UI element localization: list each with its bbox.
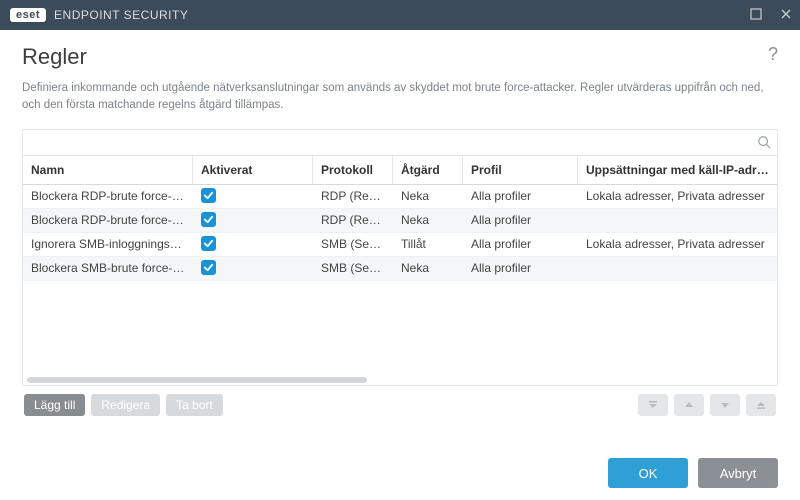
search-input[interactable] — [23, 135, 751, 149]
cell-protocol: SMB (Server … — [313, 256, 393, 280]
col-profile[interactable]: Profil — [463, 156, 578, 184]
cell-source-ip: Lokala adresser, Privata adresser — [578, 185, 777, 209]
cell-profile: Alla profiler — [463, 256, 578, 280]
app-name: ENDPOINT SECURITY — [54, 8, 188, 22]
cancel-button[interactable]: Avbryt — [698, 458, 778, 488]
edit-button[interactable]: Redigera — [91, 394, 160, 416]
table-row[interactable]: Blockera RDP-brute force-at… RDP (Remo…Ne… — [23, 209, 777, 233]
checkbox-checked-icon[interactable] — [201, 260, 216, 275]
cell-protocol: RDP (Remo… — [313, 208, 393, 232]
delete-button[interactable]: Ta bort — [166, 394, 223, 416]
cell-protocol: SMB (Server … — [313, 232, 393, 256]
checkbox-checked-icon[interactable] — [201, 212, 216, 227]
table-search-row — [23, 130, 777, 156]
cell-protocol: RDP (Remo… — [313, 185, 393, 209]
cell-enabled[interactable] — [193, 255, 313, 281]
col-source-ip[interactable]: Uppsättningar med käll-IP-adresser — [578, 156, 777, 184]
titlebar: eset ENDPOINT SECURITY — [0, 0, 800, 30]
search-icon[interactable] — [751, 135, 777, 149]
table-row[interactable]: Blockera RDP-brute force-at… RDP (Remo…Ne… — [23, 185, 777, 209]
cell-action: Neka — [393, 185, 463, 209]
dialog-footer: OK Avbryt — [0, 446, 800, 500]
rules-table: Namn Aktiverat Protokoll Åtgärd Profil U… — [22, 129, 778, 386]
cell-profile: Alla profiler — [463, 185, 578, 209]
horizontal-scrollbar[interactable] — [23, 375, 777, 385]
checkbox-checked-icon[interactable] — [201, 188, 216, 203]
move-up-button[interactable] — [674, 394, 704, 416]
cell-name: Ignorera SMB-inloggningsför… — [23, 232, 193, 256]
brand-badge: eset — [10, 8, 46, 22]
cell-name: Blockera RDP-brute force-at… — [23, 185, 193, 209]
scrollbar-thumb[interactable] — [27, 377, 367, 383]
add-button[interactable]: Lägg till — [24, 394, 85, 416]
help-icon[interactable]: ? — [768, 44, 778, 65]
page-description: Definiera inkommande och utgående nätver… — [22, 80, 778, 115]
col-protocol[interactable]: Protokoll — [313, 156, 393, 184]
cell-source-ip — [578, 263, 777, 273]
cell-action: Neka — [393, 208, 463, 232]
table-header: Namn Aktiverat Protokoll Åtgärd Profil U… — [23, 156, 777, 185]
ok-button[interactable]: OK — [608, 458, 688, 488]
minimize-icon[interactable] — [750, 8, 762, 23]
table-row[interactable]: Blockera SMB-brute force-at… SMB (Server … — [23, 257, 777, 281]
table-row[interactable]: Ignorera SMB-inloggningsför… SMB (Server … — [23, 233, 777, 257]
col-name[interactable]: Namn — [23, 156, 193, 184]
cell-source-ip: Lokala adresser, Privata adresser — [578, 232, 777, 256]
col-enabled[interactable]: Aktiverat — [193, 156, 313, 184]
cell-action: Tillåt — [393, 232, 463, 256]
move-down-button[interactable] — [710, 394, 740, 416]
cell-name: Blockera RDP-brute force-at… — [23, 208, 193, 232]
table-body: Blockera RDP-brute force-at…RDP (Remo…Ne… — [23, 185, 777, 375]
move-bottom-button[interactable] — [746, 394, 776, 416]
col-action[interactable]: Åtgärd — [393, 156, 463, 184]
cell-action: Neka — [393, 256, 463, 280]
move-top-button[interactable] — [638, 394, 668, 416]
cell-source-ip — [578, 215, 777, 225]
cell-profile: Alla profiler — [463, 232, 578, 256]
page-title: Regler — [22, 44, 87, 70]
checkbox-checked-icon[interactable] — [201, 236, 216, 251]
cell-name: Blockera SMB-brute force-at… — [23, 256, 193, 280]
cell-profile: Alla profiler — [463, 208, 578, 232]
cell-enabled[interactable] — [193, 231, 313, 257]
cell-enabled[interactable] — [193, 207, 313, 233]
cell-enabled[interactable] — [193, 185, 313, 210]
toolbar: Lägg till Redigera Ta bort — [22, 394, 778, 416]
close-icon[interactable] — [780, 8, 792, 23]
